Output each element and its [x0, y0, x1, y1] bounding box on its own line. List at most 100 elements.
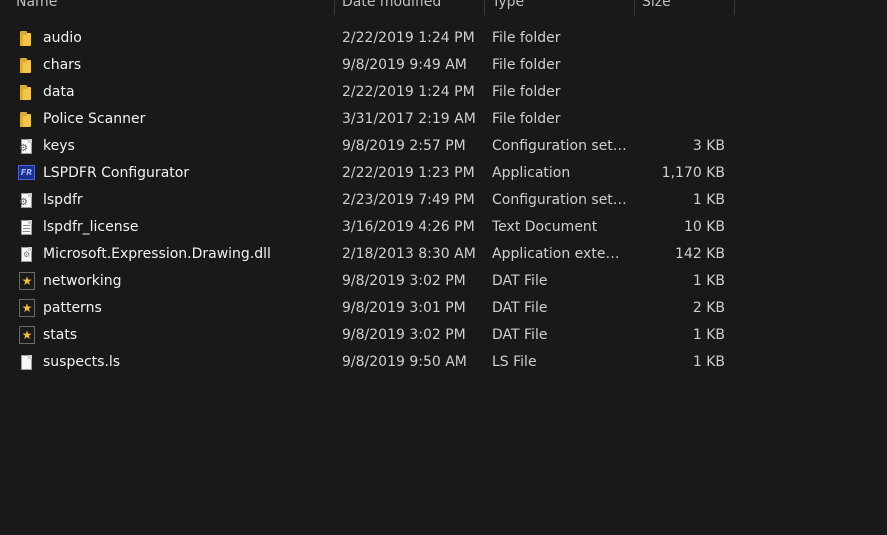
file-name[interactable]: keys [43, 133, 333, 160]
file-date-modified: 2/22/2019 1:24 PM [342, 30, 475, 46]
file-icon-cell [18, 214, 36, 241]
file-icon-cell [18, 25, 36, 52]
file-list: audio 2/22/2019 1:24 PM File folder chars 9/… [0, 25, 887, 376]
file-name[interactable]: suspects.ls [43, 349, 333, 376]
file-date-modified: 9/8/2019 3:02 PM [342, 273, 466, 289]
file-date-modified: 3/31/2017 2:19 AM [342, 111, 476, 127]
file-date-modified: 2/18/2013 8:30 AM [342, 246, 476, 262]
size-column-header[interactable]: Size [642, 0, 734, 15]
file-icon-cell: ⚙ [18, 133, 36, 160]
file-name[interactable]: networking [43, 268, 333, 295]
file-icon-cell [18, 52, 36, 79]
file-row[interactable]: Police Scanner 3/31/2017 2:19 AM File fold… [0, 106, 740, 133]
file-size: 1,170 KB [661, 165, 725, 181]
file-name[interactable]: Microsoft.Expression.Drawing.dll [43, 241, 333, 268]
file-size [640, 106, 725, 133]
file-icon-cell: FR [18, 160, 36, 187]
file-row[interactable]: FR LSPDFR Configurator 2/22/2019 1:23 PM Ap… [0, 160, 740, 187]
date-modified-column-header[interactable]: Date modified [342, 0, 484, 15]
text-document-icon [18, 219, 35, 236]
column-header-bar: Name Date modified Type Size [0, 0, 887, 15]
file-size: 10 KB [683, 219, 725, 235]
file-type: File folder [492, 84, 561, 100]
file-type: Configuration setti... [492, 192, 628, 208]
file-date-modified: 9/8/2019 9:49 AM [342, 57, 467, 73]
file-name[interactable]: chars [43, 52, 333, 79]
file-icon-cell: ⚙ [18, 187, 36, 214]
file-icon-cell: ★ [18, 295, 36, 322]
file-explorer-list: Name Date modified Type Size audio 2/22/2… [0, 0, 887, 535]
folder-icon [18, 57, 35, 74]
file-icon-cell: ★ [18, 268, 36, 295]
file-name[interactable]: lspdfr_license [43, 214, 333, 241]
file-size: 2 KB [692, 300, 725, 316]
file-date-modified: 2/22/2019 1:24 PM [342, 84, 475, 100]
file-type: Application extens... [492, 246, 628, 262]
file-row[interactable]: data 2/22/2019 1:24 PM File folder [0, 79, 740, 106]
file-type: DAT File [492, 273, 548, 289]
file-size: 1 KB [692, 327, 725, 343]
dat-file-icon: ★ [19, 272, 35, 290]
file-row[interactable]: chars 9/8/2019 9:49 AM File folder [0, 52, 740, 79]
file-row[interactable]: suspects.ls 9/8/2019 9:50 AM LS File 1 KB [0, 349, 740, 376]
file-icon-cell: ★ [18, 322, 36, 349]
file-date-modified: 9/8/2019 3:02 PM [342, 327, 466, 343]
file-date-modified: 2/22/2019 1:23 PM [342, 165, 475, 181]
name-column-header[interactable]: Name [16, 0, 334, 15]
blank-file-icon [18, 354, 35, 371]
file-row[interactable]: lspdfr_license 3/16/2019 4:26 PM Text Docu… [0, 214, 740, 241]
config-file-icon: ⚙ [18, 138, 35, 155]
file-date-modified: 9/8/2019 9:50 AM [342, 354, 467, 370]
file-name[interactable]: Police Scanner [43, 106, 333, 133]
column-divider[interactable] [484, 0, 485, 15]
file-icon-cell [18, 106, 36, 133]
folder-icon [18, 30, 35, 47]
column-divider[interactable] [634, 0, 635, 15]
file-size [640, 79, 725, 106]
file-type: File folder [492, 111, 561, 127]
file-size [640, 52, 725, 79]
file-icon-cell [18, 79, 36, 106]
file-date-modified: 9/8/2019 3:01 PM [342, 300, 466, 316]
file-icon-cell: ⚙ [18, 241, 36, 268]
file-type: DAT File [492, 327, 548, 343]
file-name[interactable]: stats [43, 322, 333, 349]
column-divider[interactable] [734, 0, 735, 15]
file-type: Text Document [492, 219, 598, 235]
file-row[interactable]: ★ stats 9/8/2019 3:02 PM DAT File 1 KB [0, 322, 740, 349]
dat-file-icon: ★ [19, 326, 35, 344]
file-date-modified: 9/8/2019 2:57 PM [342, 138, 466, 154]
file-size: 1 KB [692, 273, 725, 289]
file-row[interactable]: ⚙ keys 9/8/2019 2:57 PM Configuration setti… [0, 133, 740, 160]
file-size: 1 KB [692, 354, 725, 370]
file-size: 142 KB [675, 246, 725, 262]
application-icon: FR [18, 165, 35, 180]
file-type: File folder [492, 30, 561, 46]
file-type: LS File [492, 354, 537, 370]
dat-file-icon: ★ [19, 299, 35, 317]
file-row[interactable]: ★ networking 9/8/2019 3:02 PM DAT File 1 KB [0, 268, 740, 295]
file-name[interactable]: audio [43, 25, 333, 52]
file-name[interactable]: data [43, 79, 333, 106]
file-date-modified: 3/16/2019 4:26 PM [342, 219, 475, 235]
file-type: File folder [492, 57, 561, 73]
file-row[interactable]: ★ patterns 9/8/2019 3:01 PM DAT File 2 KB [0, 295, 740, 322]
type-column-header[interactable]: Type [492, 0, 634, 15]
file-row[interactable]: ⚙ lspdfr 2/23/2019 7:49 PM Configuration se… [0, 187, 740, 214]
file-row[interactable]: ⚙ Microsoft.Expression.Drawing.dll 2/18/20… [0, 241, 740, 268]
file-size: 1 KB [692, 192, 725, 208]
dll-file-icon: ⚙ [18, 246, 35, 263]
folder-icon [18, 84, 35, 101]
config-file-icon: ⚙ [18, 192, 35, 209]
file-type: Application [492, 165, 571, 181]
file-size: 3 KB [692, 138, 725, 154]
column-divider[interactable] [334, 0, 335, 15]
file-name[interactable]: patterns [43, 295, 333, 322]
file-row[interactable]: audio 2/22/2019 1:24 PM File folder [0, 25, 740, 52]
file-icon-cell [18, 349, 36, 376]
file-name[interactable]: LSPDFR Configurator [43, 160, 333, 187]
file-type: DAT File [492, 300, 548, 316]
file-size [640, 25, 725, 52]
file-type: Configuration setti... [492, 138, 628, 154]
file-name[interactable]: lspdfr [43, 187, 333, 214]
